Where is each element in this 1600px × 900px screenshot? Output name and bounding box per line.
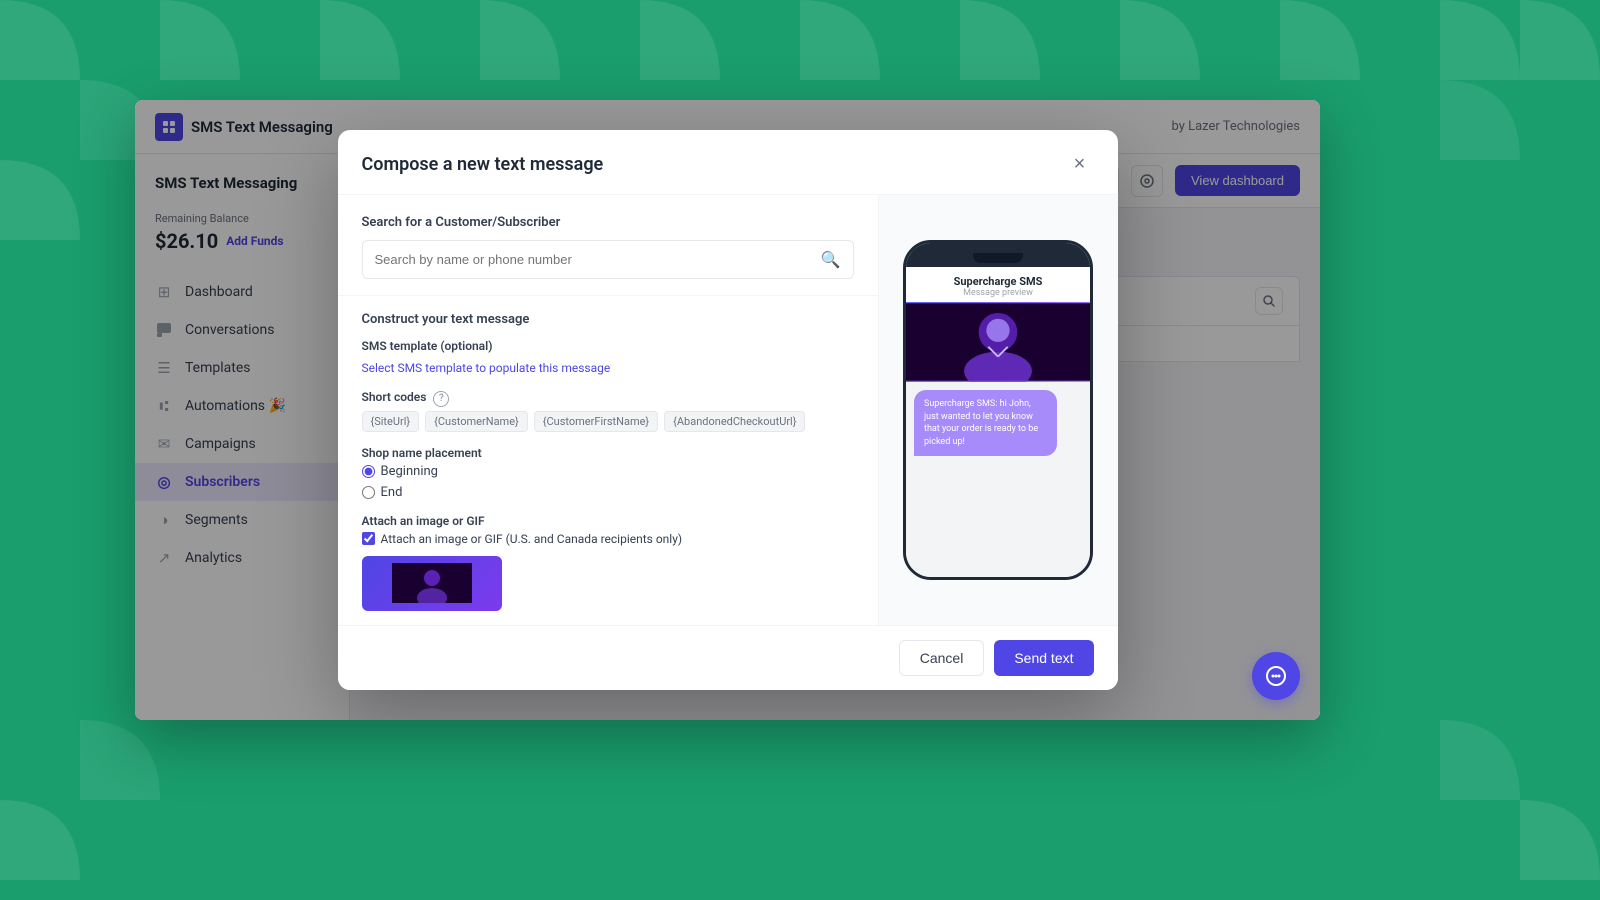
shop-name-placement-group: Shop name placement Beginning End	[362, 446, 854, 500]
radio-beginning-input[interactable]	[362, 465, 375, 478]
modal-left-panel: Search for a Customer/Subscriber 🔍 Const…	[338, 195, 878, 625]
customer-search-icon[interactable]: 🔍	[821, 250, 841, 269]
radio-beginning[interactable]: Beginning	[362, 464, 854, 479]
app-window: SMS Text Messaging by Lazer Technologies…	[135, 100, 1320, 720]
phone-notch-area	[906, 249, 1090, 267]
modal-close-button[interactable]: ×	[1066, 150, 1094, 178]
attach-checkbox-label[interactable]: Attach an image or GIF (U.S. and Canada …	[362, 532, 854, 546]
chat-fab-button[interactable]	[1252, 652, 1300, 700]
customer-search-input[interactable]	[375, 252, 813, 267]
radio-end-input[interactable]	[362, 486, 375, 499]
search-section-label: Search for a Customer/Subscriber	[362, 215, 854, 230]
modal-overlay: Compose a new text message × Search for …	[135, 100, 1320, 720]
construct-label: Construct your text message	[362, 312, 854, 327]
placement-radio-group: Beginning End	[362, 464, 854, 500]
attach-checkbox-input[interactable]	[362, 532, 375, 545]
short-code-1[interactable]: {CustomerName}	[425, 411, 528, 432]
phone-app-name: Supercharge SMS	[918, 275, 1078, 288]
modal-footer: Cancel Send text	[338, 625, 1118, 690]
sms-template-label: SMS template (optional)	[362, 339, 854, 353]
short-codes-group: Short codes ? {SiteUrl} {CustomerName} {…	[362, 390, 854, 432]
modal-body: Search for a Customer/Subscriber 🔍 Const…	[338, 195, 1118, 625]
customer-search-field: 🔍	[362, 240, 854, 279]
sms-template-group: SMS template (optional) Select SMS templ…	[362, 339, 854, 376]
phone-body: Supercharge SMS: hi John, just wanted to…	[906, 382, 1090, 577]
phone-mockup: Supercharge SMS Message preview	[903, 240, 1093, 580]
modal-header: Compose a new text message ×	[338, 130, 1118, 195]
compose-modal: Compose a new text message × Search for …	[338, 130, 1118, 690]
phone-image-area	[906, 302, 1090, 382]
phone-header: Supercharge SMS Message preview	[906, 267, 1090, 302]
modal-title: Compose a new text message	[362, 154, 604, 175]
section-divider	[338, 295, 878, 296]
cancel-button[interactable]: Cancel	[899, 640, 985, 676]
modal-right-panel: Supercharge SMS Message preview	[878, 195, 1118, 625]
phone-notch	[973, 253, 1023, 263]
short-codes-row: {SiteUrl} {CustomerName} {CustomerFirstN…	[362, 411, 854, 432]
send-text-button[interactable]: Send text	[994, 640, 1093, 676]
short-codes-help-icon[interactable]: ?	[433, 391, 449, 407]
attach-image-group: Attach an image or GIF Attach an image o…	[362, 514, 854, 611]
short-code-2[interactable]: {CustomerFirstName}	[534, 411, 658, 432]
shop-name-label: Shop name placement	[362, 446, 854, 460]
short-code-3[interactable]: {AbandonedCheckoutUrl}	[664, 411, 805, 432]
sms-template-link[interactable]: Select SMS template to populate this mes…	[362, 361, 611, 375]
short-code-0[interactable]: {SiteUrl}	[362, 411, 420, 432]
attach-label: Attach an image or GIF	[362, 514, 854, 528]
radio-end[interactable]: End	[362, 485, 854, 500]
phone-preview-label: Message preview	[918, 288, 1078, 298]
phone-message-bubble: Supercharge SMS: hi John, just wanted to…	[914, 390, 1057, 456]
short-codes-label: Short codes ?	[362, 390, 854, 407]
attached-image-thumbnail	[362, 556, 502, 611]
